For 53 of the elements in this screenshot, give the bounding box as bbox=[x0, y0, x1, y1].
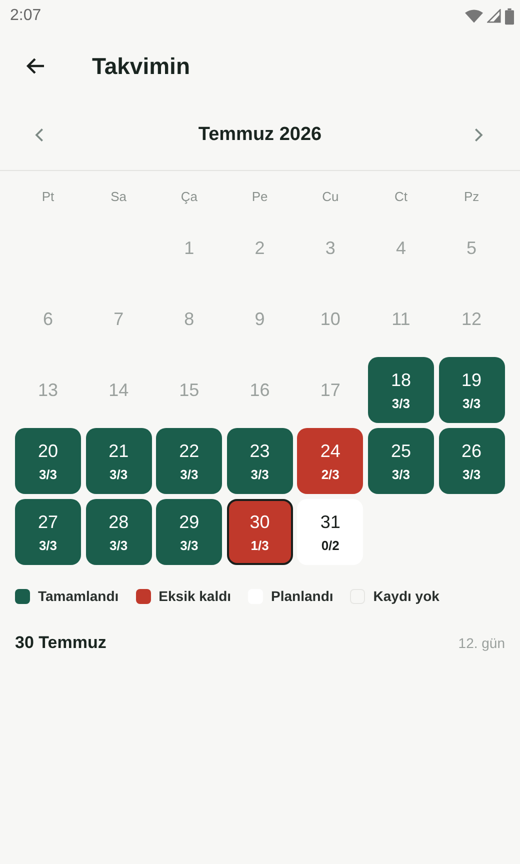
chevron-left-icon bbox=[34, 127, 44, 143]
weekday-label: Pe bbox=[250, 188, 269, 206]
legend-label: Eksik kaldı bbox=[158, 588, 232, 604]
day-number[interactable]: 8 bbox=[184, 308, 194, 330]
battery-icon bbox=[505, 8, 514, 24]
legend-label: Tamamlandı bbox=[38, 588, 119, 604]
status-time: 2:07 bbox=[10, 7, 42, 25]
previous-month-button[interactable] bbox=[34, 126, 46, 144]
day-cell[interactable]: 18 3/3 bbox=[368, 357, 434, 423]
day-counter: 12. gün bbox=[458, 635, 505, 651]
day-number[interactable]: 10 bbox=[320, 308, 340, 330]
legend-label: Kaydı yok bbox=[373, 588, 440, 604]
day-number[interactable]: 14 bbox=[108, 380, 129, 400]
day-cell[interactable]: 30 1/3 bbox=[226, 499, 293, 565]
selected-date: 30 Temmuz bbox=[15, 633, 106, 653]
weekday-label: Ça bbox=[180, 188, 198, 206]
day-number[interactable]: 7 bbox=[114, 308, 124, 330]
day-cell[interactable]: 25 3/3 bbox=[368, 428, 434, 494]
weekday-label: Sa bbox=[110, 188, 128, 206]
day-number[interactable]: 4 bbox=[396, 238, 406, 258]
day-cell[interactable]: 24 2/3 bbox=[297, 428, 364, 494]
day-cell[interactable]: 26 3/3 bbox=[438, 428, 505, 494]
month-title: Temmuz 2026 bbox=[198, 124, 322, 146]
weekday-label: Cu bbox=[321, 188, 340, 206]
weekday-label: Pt bbox=[40, 188, 56, 206]
chevron-right-icon bbox=[474, 127, 484, 143]
screen-title: Takvimin bbox=[92, 52, 190, 80]
signal-icon bbox=[487, 9, 501, 23]
day-number[interactable]: 11 bbox=[392, 308, 410, 330]
day-cell[interactable]: 21 3/3 bbox=[86, 428, 152, 494]
day-number[interactable]: 3 bbox=[325, 238, 336, 258]
day-cell[interactable]: 22 3/3 bbox=[156, 428, 222, 494]
day-cell[interactable]: 20 3/3 bbox=[15, 428, 81, 494]
day-number[interactable]: 6 bbox=[42, 308, 53, 330]
day-number[interactable]: 9 bbox=[254, 308, 265, 330]
legend-label: Planlandı bbox=[271, 588, 334, 604]
day-cell[interactable]: 28 3/3 bbox=[86, 499, 152, 565]
day-cell[interactable]: 19 3/3 bbox=[438, 357, 505, 423]
day-number[interactable]: 1 bbox=[184, 238, 194, 258]
day-number[interactable]: 15 bbox=[179, 380, 200, 400]
day-cell[interactable]: 23 3/3 bbox=[226, 428, 293, 494]
day-number[interactable]: 12 bbox=[462, 308, 482, 330]
day-cell[interactable]: 27 3/3 bbox=[15, 499, 81, 565]
day-cell[interactable]: 31 0/2 bbox=[297, 499, 364, 565]
day-number[interactable]: 2 bbox=[254, 238, 265, 258]
wifi-icon bbox=[465, 8, 483, 24]
day-number[interactable]: 17 bbox=[320, 380, 340, 400]
day-cell[interactable]: 29 3/3 bbox=[156, 499, 222, 565]
day-number[interactable]: 16 bbox=[250, 380, 270, 400]
day-number[interactable]: 13 bbox=[38, 380, 58, 400]
day-number[interactable]: 5 bbox=[466, 238, 477, 258]
weekday-label: Ct bbox=[393, 188, 408, 206]
weekday-label: Pz bbox=[462, 188, 480, 206]
